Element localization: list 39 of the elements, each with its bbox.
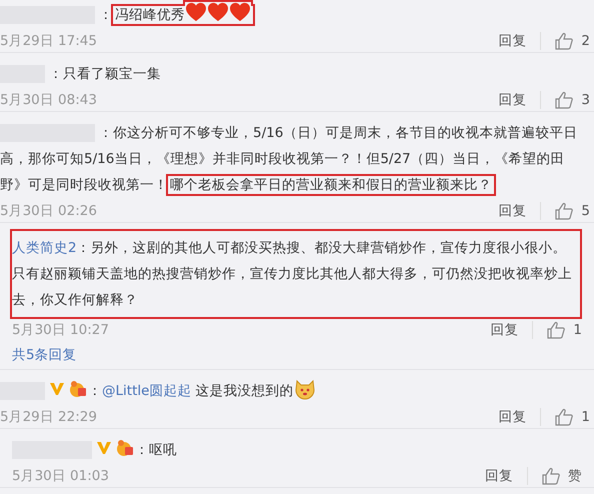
heart-icon: [185, 2, 207, 22]
dog-face-icon: [294, 378, 316, 400]
reply-button[interactable]: 回复: [498, 91, 542, 109]
username-link[interactable]: 人类简史2: [12, 240, 77, 256]
comment-date: 5月30日 08:43: [0, 91, 98, 109]
like-icon: [542, 467, 560, 485]
like-icon: [555, 202, 574, 220]
reply-button[interactable]: 回复: [490, 321, 534, 339]
like-icon: [555, 91, 574, 109]
comment-text: ：呕吼: [12, 437, 580, 463]
highlight-frame: 冯绍峰优秀: [113, 6, 253, 24]
reply-button[interactable]: 回复: [498, 408, 542, 426]
comment-text: ：只看了颖宝一集: [0, 61, 588, 87]
reply-button[interactable]: 回复: [498, 32, 542, 50]
like-button[interactable]: 5: [541, 202, 590, 220]
like-icon: [555, 408, 574, 426]
reply-button[interactable]: 回复: [485, 467, 528, 485]
comment-text: ：你这分析可不够专业，5/16（日）可是周末，各节目的收视本就普遍较平日高，那你可知5/16当日，《理想》并非同时段收视第一？！但5/27（四）当日，《希望的田野》可是同时段收视第一！哪个老板会拿平日的营业额来和假日的营业额来比？: [0, 120, 588, 198]
heart-icon: [229, 2, 251, 22]
comment-text: ：冯绍峰优秀: [0, 2, 588, 28]
like-button[interactable]: 3: [541, 91, 590, 109]
like-button[interactable]: 1: [533, 321, 582, 339]
highlight-frame: 哪个老板会拿平日的营业额来和假日的营业额来比？: [168, 176, 494, 194]
reply-button[interactable]: 回复: [498, 202, 542, 220]
comment-text: 人类简史2：另外，这剧的其他人可都没买热搜、都没大肆营销炒作，宣传力度很小很小。只有赵丽颖铺天盖地的热搜营销炒作，宣传力度比其他人都大得多，可仍然没把收视率炒上去，你又作何解释？: [12, 239, 572, 310]
comment-date: 5月30日 01:03: [12, 467, 110, 485]
mention-link[interactable]: @Little圆起起: [102, 383, 192, 399]
comment-date: 5月30日 02:26: [0, 202, 98, 220]
heart-icon: [207, 2, 229, 22]
comment-date: 5月30日 10:27: [12, 321, 110, 339]
comment-date: 5月29日 17:45: [0, 32, 98, 50]
comment-text: ：@Little圆起起 这是我没想到的: [0, 378, 588, 404]
like-icon: [555, 32, 574, 50]
like-button[interactable]: 1: [541, 408, 590, 426]
like-button[interactable]: 赞: [528, 467, 582, 485]
like-icon: [547, 321, 566, 339]
more-replies-link[interactable]: 共5条回复: [12, 345, 77, 365]
comment-date: 5月29日 22:29: [0, 408, 98, 426]
like-button[interactable]: 2: [541, 32, 590, 50]
